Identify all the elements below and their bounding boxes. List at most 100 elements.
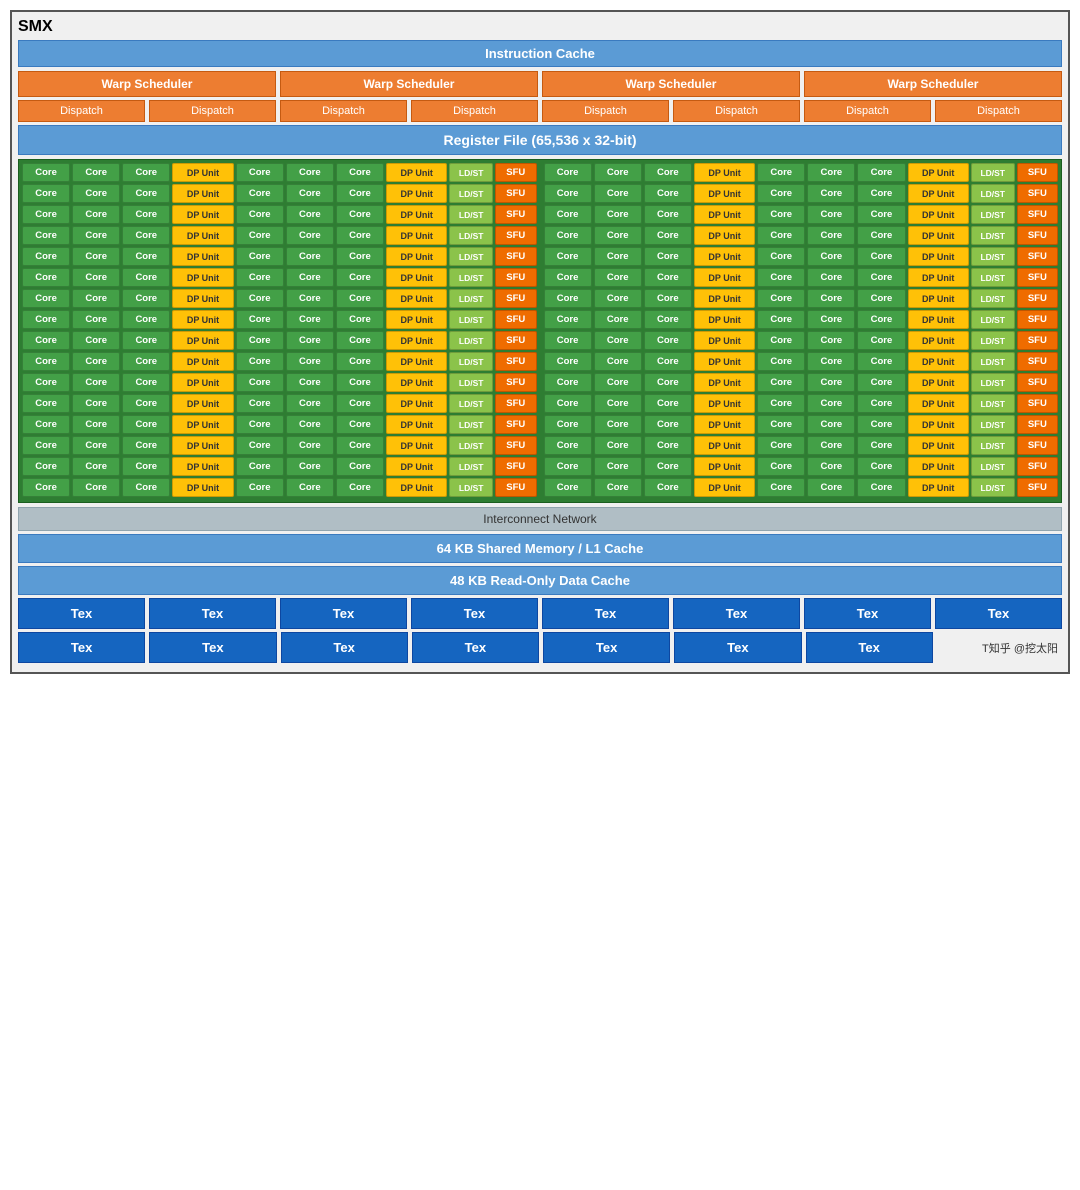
sfu-cell: SFU — [495, 415, 536, 434]
core-cell: Core — [336, 352, 384, 371]
core-cell: Core — [757, 205, 805, 224]
ldst-cell: LD/ST — [971, 331, 1015, 350]
dispatch-3: Dispatch — [280, 100, 407, 122]
dp-unit-cell: DP Unit — [694, 415, 755, 434]
tex-r2-2: Tex — [149, 632, 276, 663]
core-cell: Core — [122, 457, 170, 476]
tex-r1-2: Tex — [149, 598, 276, 629]
core-cell: Core — [544, 268, 592, 287]
sfu-cell: SFU — [495, 478, 536, 497]
dp-unit-cell: DP Unit — [172, 289, 233, 308]
core-cell: Core — [644, 289, 692, 308]
core-cell: Core — [22, 352, 70, 371]
tex-r2-4: Tex — [412, 632, 539, 663]
dispatch-8: Dispatch — [935, 100, 1062, 122]
ldst-cell: LD/ST — [971, 226, 1015, 245]
core-cell: Core — [236, 247, 284, 266]
core-cell: Core — [594, 478, 642, 497]
dispatch-5: Dispatch — [542, 100, 669, 122]
tex-row-2: Tex Tex Tex Tex Tex Tex Tex T知乎 @挖太阳 — [18, 632, 1062, 663]
core-cell: Core — [757, 352, 805, 371]
ldst-cell: LD/ST — [971, 373, 1015, 392]
sfu-cell: SFU — [495, 184, 536, 203]
core-cell: Core — [22, 436, 70, 455]
dp-unit-cell: DP Unit — [386, 331, 447, 350]
core-cell: Core — [757, 184, 805, 203]
core-cell: Core — [22, 247, 70, 266]
dp-unit-cell: DP Unit — [694, 310, 755, 329]
dispatch-row: Dispatch Dispatch Dispatch Dispatch Disp… — [18, 100, 1062, 122]
core-row-11: CoreCoreCoreDP UnitCoreCoreCoreDP UnitLD… — [22, 394, 1058, 413]
dp-unit-cell: DP Unit — [908, 352, 969, 371]
tex-r1-6: Tex — [673, 598, 800, 629]
core-cell: Core — [807, 289, 855, 308]
ldst-cell: LD/ST — [971, 457, 1015, 476]
core-cell: Core — [72, 268, 120, 287]
shared-memory: 64 KB Shared Memory / L1 Cache — [18, 534, 1062, 563]
watermark: T知乎 @挖太阳 — [937, 632, 1062, 663]
ldst-cell: LD/ST — [449, 457, 493, 476]
core-cell: Core — [72, 163, 120, 182]
tex-r1-1: Tex — [18, 598, 145, 629]
core-row-6: CoreCoreCoreDP UnitCoreCoreCoreDP UnitLD… — [22, 289, 1058, 308]
core-cell: Core — [544, 352, 592, 371]
core-cell: Core — [122, 436, 170, 455]
dp-unit-cell: DP Unit — [908, 289, 969, 308]
ldst-cell: LD/ST — [971, 205, 1015, 224]
core-row-8: CoreCoreCoreDP UnitCoreCoreCoreDP UnitLD… — [22, 331, 1058, 350]
ldst-cell: LD/ST — [971, 247, 1015, 266]
core-cell: Core — [122, 415, 170, 434]
core-cell: Core — [594, 289, 642, 308]
readonly-cache: 48 KB Read-Only Data Cache — [18, 566, 1062, 595]
core-row-5: CoreCoreCoreDP UnitCoreCoreCoreDP UnitLD… — [22, 268, 1058, 287]
ldst-cell: LD/ST — [449, 268, 493, 287]
dispatch-4: Dispatch — [411, 100, 538, 122]
dp-unit-cell: DP Unit — [172, 373, 233, 392]
core-cell: Core — [857, 457, 905, 476]
core-row-0: CoreCoreCoreDP UnitCoreCoreCoreDP UnitLD… — [22, 163, 1058, 182]
core-cell: Core — [22, 205, 70, 224]
dp-unit-cell: DP Unit — [386, 163, 447, 182]
core-cell: Core — [22, 457, 70, 476]
sfu-cell: SFU — [495, 268, 536, 287]
dp-unit-cell: DP Unit — [386, 478, 447, 497]
dispatch-7: Dispatch — [804, 100, 931, 122]
core-cell: Core — [286, 247, 334, 266]
core-cell: Core — [286, 415, 334, 434]
core-cell: Core — [594, 247, 642, 266]
sfu-cell: SFU — [495, 205, 536, 224]
ldst-cell: LD/ST — [971, 478, 1015, 497]
dp-unit-cell: DP Unit — [694, 331, 755, 350]
ldst-cell: LD/ST — [449, 310, 493, 329]
core-cell: Core — [122, 247, 170, 266]
core-cell: Core — [857, 163, 905, 182]
core-cell: Core — [22, 268, 70, 287]
core-cell: Core — [236, 226, 284, 245]
dp-unit-cell: DP Unit — [694, 268, 755, 287]
core-cell: Core — [757, 226, 805, 245]
ldst-cell: LD/ST — [971, 352, 1015, 371]
tex-r1-7: Tex — [804, 598, 931, 629]
ldst-cell: LD/ST — [971, 415, 1015, 434]
core-cell: Core — [286, 184, 334, 203]
core-cell: Core — [644, 394, 692, 413]
core-cell: Core — [286, 373, 334, 392]
dp-unit-cell: DP Unit — [908, 247, 969, 266]
core-cell: Core — [336, 310, 384, 329]
core-cell: Core — [236, 268, 284, 287]
core-cell: Core — [644, 331, 692, 350]
core-cell: Core — [544, 226, 592, 245]
core-cell: Core — [857, 226, 905, 245]
core-cell: Core — [236, 415, 284, 434]
dp-unit-cell: DP Unit — [386, 415, 447, 434]
core-cell: Core — [122, 352, 170, 371]
dp-unit-cell: DP Unit — [172, 331, 233, 350]
core-cell: Core — [236, 184, 284, 203]
core-cell: Core — [544, 247, 592, 266]
dp-unit-cell: DP Unit — [172, 457, 233, 476]
core-cell: Core — [757, 415, 805, 434]
core-cell: Core — [336, 163, 384, 182]
dp-unit-cell: DP Unit — [172, 436, 233, 455]
ldst-cell: LD/ST — [971, 436, 1015, 455]
core-cell: Core — [336, 331, 384, 350]
